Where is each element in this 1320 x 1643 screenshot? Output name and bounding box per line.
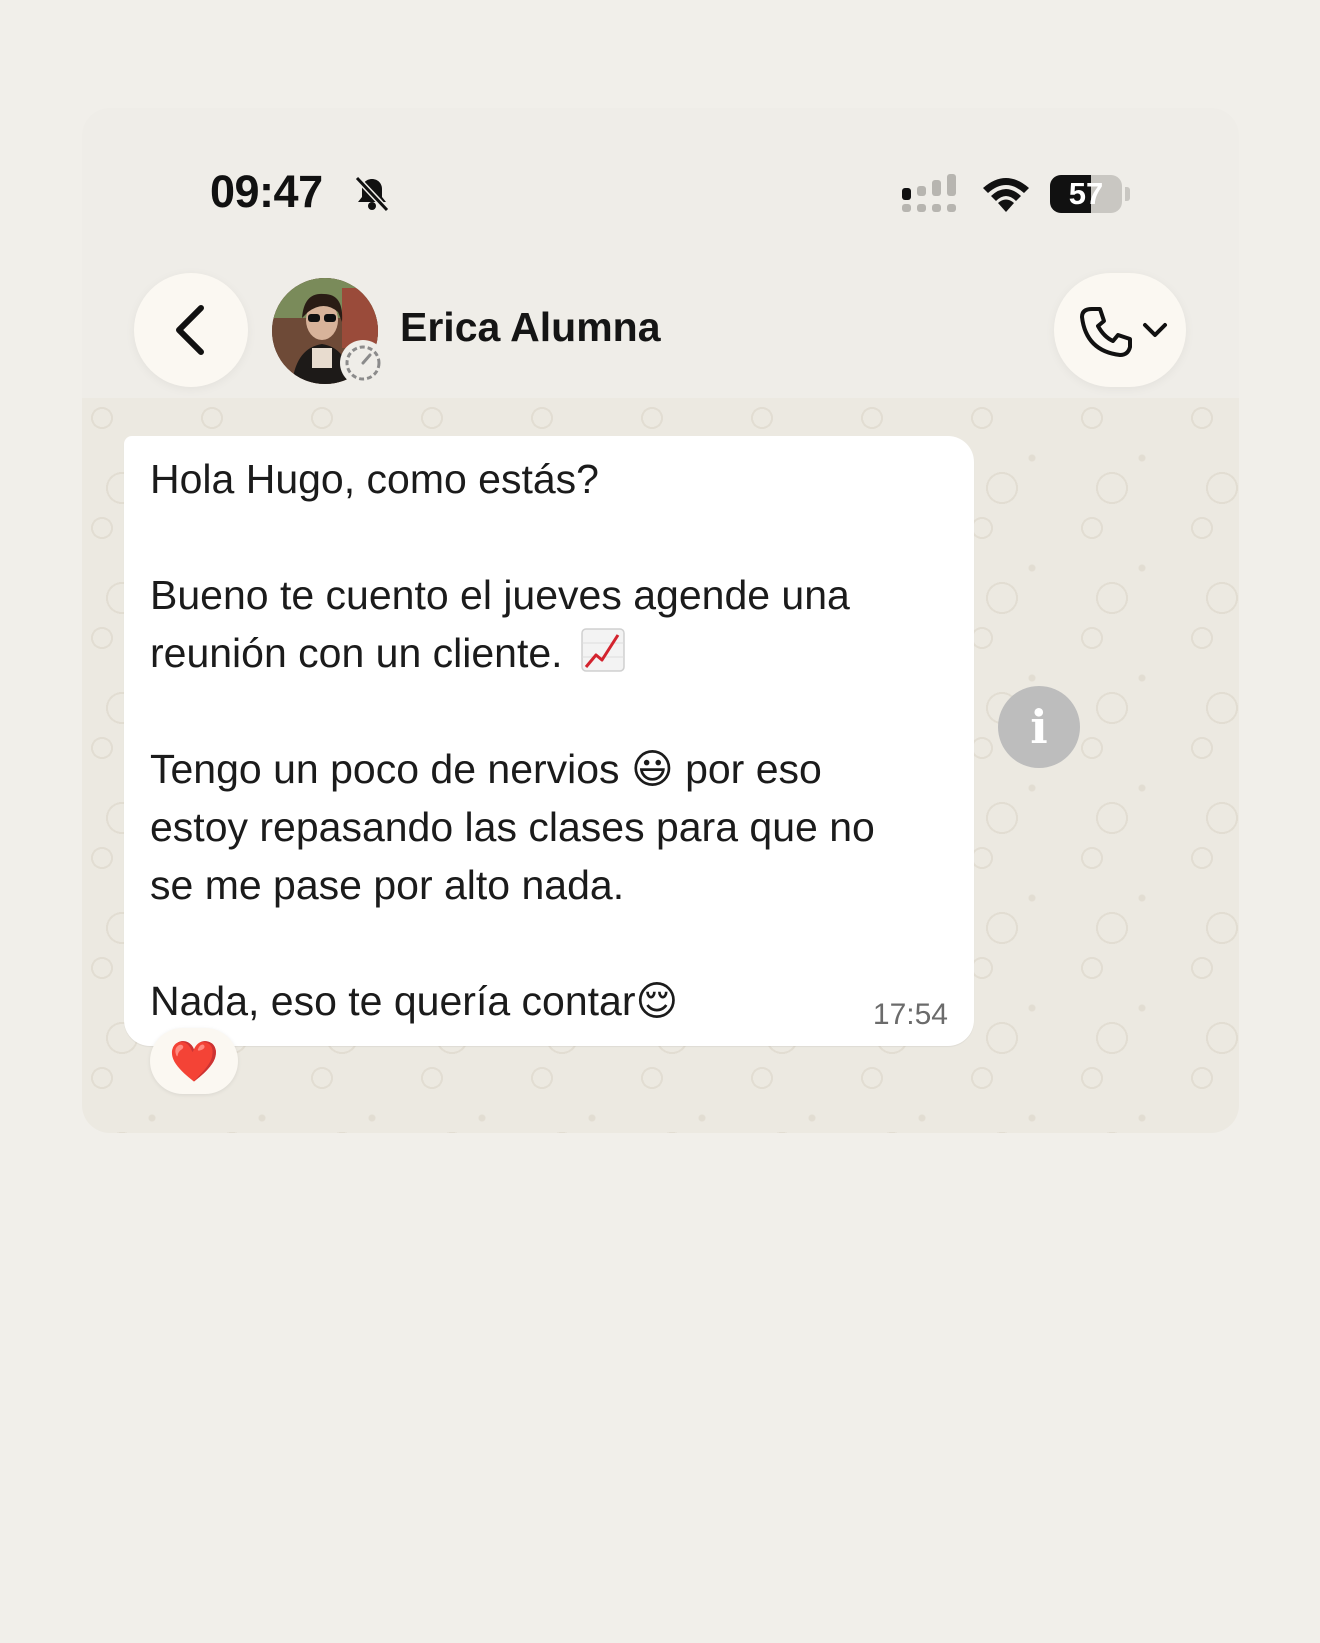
chat-area: Hola Hugo, como estás? Bueno te cuento e…	[82, 398, 1239, 1133]
message-line: reunión con un cliente.	[150, 630, 563, 676]
chart-increasing-icon	[581, 628, 625, 672]
chat-screen: 09:47 57 Erica Alumna Hola Hugo, como es…	[82, 108, 1239, 1133]
battery-icon: 57	[1050, 175, 1122, 213]
message-line: Hola Hugo, como estás?	[150, 456, 599, 502]
battery-cap	[1125, 187, 1130, 201]
status-bar: 09:47 57	[82, 108, 1239, 258]
message-line: Nada, eso te quería contar😌	[150, 978, 679, 1024]
heart-reaction[interactable]: ❤️	[150, 1028, 238, 1094]
message-line: estoy repasando las clases para que no	[150, 804, 875, 850]
message-line: Tengo un poco de nervios 😃 por eso	[150, 746, 822, 792]
message-timestamp: 17:54	[872, 998, 948, 1031]
info-icon[interactable]: i	[998, 686, 1080, 768]
message-line-wrapper: reunión con un cliente.	[150, 624, 948, 682]
battery-percentage: 57	[1068, 176, 1104, 211]
chevron-down-icon	[1143, 323, 1167, 337]
message-line: Bueno te cuento el jueves agende una	[150, 572, 850, 618]
message-bubble[interactable]: Hola Hugo, como estás? Bueno te cuento e…	[124, 436, 974, 1046]
phone-icon	[1080, 307, 1132, 357]
chevron-left-icon	[176, 305, 204, 355]
call-button[interactable]	[1054, 273, 1186, 387]
back-button[interactable]	[134, 273, 248, 387]
status-update-icon	[340, 340, 386, 386]
status-time: 09:47	[210, 166, 323, 217]
message-line: se me pase por alto nada.	[150, 862, 625, 908]
wifi-icon	[983, 178, 1029, 212]
cellular-signal-icon	[902, 174, 956, 212]
bell-slash-icon	[354, 175, 390, 213]
contact-name[interactable]: Erica Alumna	[400, 304, 661, 351]
